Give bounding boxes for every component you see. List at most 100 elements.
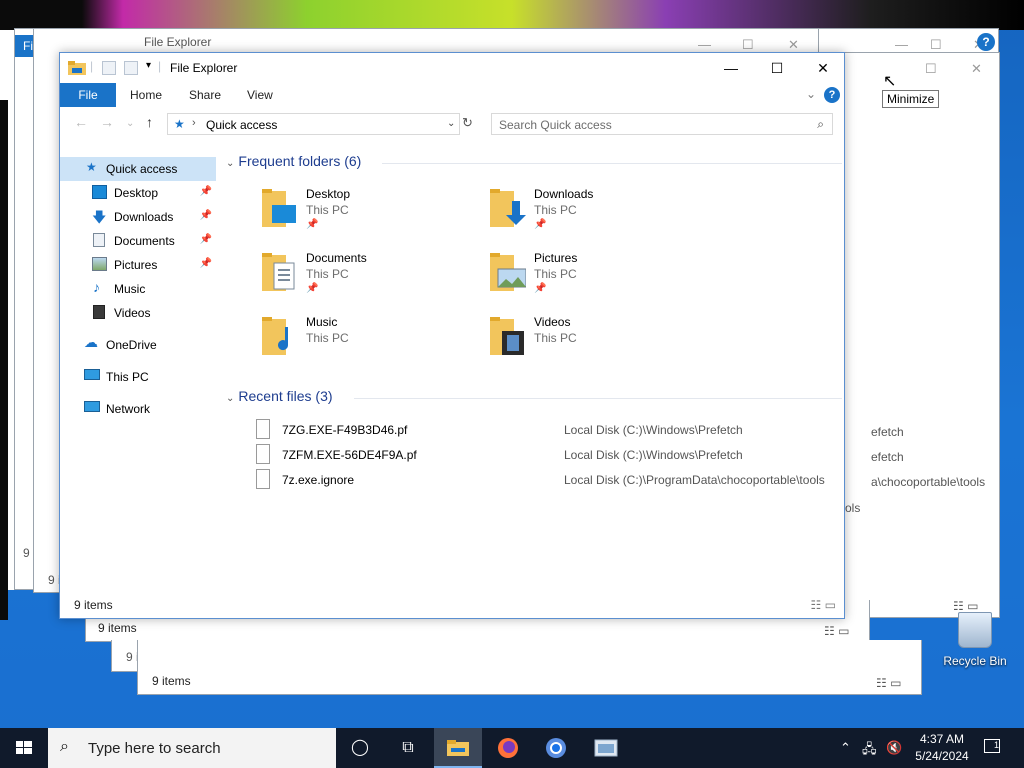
cortana-button[interactable]: ◯ xyxy=(336,728,384,768)
folder-location: This PC xyxy=(534,331,577,345)
collapse-chevron-icon[interactable]: ⌄ xyxy=(226,158,234,169)
minimize-button[interactable]: — xyxy=(708,53,754,83)
pictures-folder-icon xyxy=(490,253,526,291)
pin-icon: 📌 xyxy=(199,234,212,245)
folder-icon xyxy=(447,740,469,756)
back-arrow-icon[interactable]: ← xyxy=(74,114,88,130)
recent-files-header[interactable]: ⌄ Recent files (3) xyxy=(226,388,333,404)
sidebar-item-label: OneDrive xyxy=(106,338,157,352)
close-button[interactable]: ✕ xyxy=(800,53,846,83)
folder-tile-documents[interactable]: Documents This PC 📌 xyxy=(260,249,460,305)
breadcrumb-chevron-icon[interactable]: › xyxy=(192,117,196,129)
sidebar-item-this-pc[interactable]: This PC xyxy=(60,365,216,389)
taskbar-search-placeholder: Type here to search xyxy=(88,740,221,757)
refresh-icon[interactable]: ↻ xyxy=(462,115,473,131)
quick-access-toolbar-dropdown-icon[interactable]: ▾ xyxy=(146,60,151,71)
recent-file-row[interactable]: 7z.exe.ignore Local Disk (C:)\ProgramDat… xyxy=(256,469,836,493)
file-explorer-taskbar-button[interactable] xyxy=(434,728,482,768)
folder-tile-desktop[interactable]: Desktop This PC 📌 xyxy=(260,185,460,241)
sidebar-item-label: Music xyxy=(114,282,146,296)
sidebar-item-label: Documents xyxy=(114,234,175,248)
help-icon[interactable]: ? xyxy=(824,87,840,103)
ghost-max-icon: ☐ xyxy=(742,37,754,52)
tab-view[interactable]: View xyxy=(247,83,273,107)
desktop-wallpaper-artifact xyxy=(0,0,1024,30)
recent-locations-icon[interactable]: ⌄ xyxy=(126,118,134,129)
firefox-taskbar-button[interactable] xyxy=(484,728,532,768)
address-bar[interactable]: ★ › Quick access ⌄ xyxy=(167,113,460,135)
volume-muted-icon[interactable]: 🔇 xyxy=(886,740,902,756)
sidebar-item-music[interactable]: ♪ Music xyxy=(60,277,216,301)
search-box[interactable]: Search Quick access ⌕ xyxy=(491,113,833,135)
ghost-min-icon: — xyxy=(698,37,711,52)
folder-tile-music[interactable]: Music This PC xyxy=(260,313,460,369)
network-icon xyxy=(84,401,100,412)
ghost-status: 9 items xyxy=(98,621,137,635)
tab-share[interactable]: Share xyxy=(189,83,221,107)
address-dropdown-icon[interactable]: ⌄ xyxy=(447,118,455,129)
sidebar-item-pictures[interactable]: Pictures 📌 xyxy=(60,253,216,277)
task-view-button[interactable]: ⧉ xyxy=(384,728,432,768)
show-hidden-icons[interactable]: ⌃ xyxy=(840,740,851,756)
start-button[interactable] xyxy=(0,728,48,768)
firefox-icon xyxy=(498,738,518,758)
chrome-taskbar-button[interactable] xyxy=(532,728,580,768)
status-bar-text: 9 items xyxy=(74,598,113,612)
network-tray-icon[interactable]: 🖧 xyxy=(862,740,877,762)
file-explorer-window: | ▾ | File Explorer — ☐ ✕ File Home Shar… xyxy=(59,52,845,619)
details-view-icon[interactable]: ☷ xyxy=(811,598,822,612)
folder-name: Desktop xyxy=(306,187,351,201)
sidebar-item-quick-access[interactable]: ★ Quick access xyxy=(60,157,216,181)
sidebar-item-label: Quick access xyxy=(106,162,178,176)
ghost-help-icon: ? xyxy=(977,33,995,51)
app-window-icon xyxy=(594,739,618,757)
sidebar-item-onedrive[interactable]: ☁ OneDrive xyxy=(60,333,216,357)
sidebar-item-videos[interactable]: Videos xyxy=(60,301,216,325)
recycle-bin-desktop-icon[interactable]: Recycle Bin xyxy=(938,612,1012,668)
taskbar-search-box[interactable]: ⌕ Type here to search xyxy=(48,728,336,768)
recycle-bin-label: Recycle Bin xyxy=(943,654,1007,668)
notification-center-icon[interactable]: 1 xyxy=(984,739,1000,753)
frequent-folders-header[interactable]: ⌄ Frequent folders (6) xyxy=(226,153,361,169)
sidebar-item-network[interactable]: Network xyxy=(60,397,216,421)
app-taskbar-button[interactable] xyxy=(582,728,630,768)
notification-count: 1 xyxy=(993,740,999,750)
folder-tile-downloads[interactable]: Downloads This PC 📌 xyxy=(488,185,688,241)
quick-properties-icon[interactable] xyxy=(102,61,116,75)
folder-name: Pictures xyxy=(534,251,578,265)
title-bar[interactable]: | ▾ | File Explorer — ☐ ✕ xyxy=(60,53,844,83)
search-icon[interactable]: ⌕ xyxy=(817,117,824,132)
sidebar-item-documents[interactable]: Documents 📌 xyxy=(60,229,216,253)
navigation-bar: ← → ⌄ ↑ ★ › Quick access ⌄ ↻ Search Quic… xyxy=(60,111,844,139)
clock[interactable]: 4:37 AM 5/24/2024 xyxy=(910,731,974,765)
recent-file-row[interactable]: 7ZG.EXE-F49B3D46.pf Local Disk (C:)\Wind… xyxy=(256,419,836,443)
computer-icon xyxy=(84,369,100,380)
maximize-button[interactable]: ☐ xyxy=(754,53,800,83)
expand-ribbon-icon[interactable]: ⌄ xyxy=(806,87,816,101)
videos-folder-icon xyxy=(490,317,524,355)
ghost-path-fragment: ols xyxy=(845,501,861,515)
large-icons-view-icon[interactable]: ▭ xyxy=(825,598,836,612)
file-path: Local Disk (C:)\Windows\Prefetch xyxy=(564,448,743,462)
ghost-view-icons: ☷ ▭ xyxy=(824,624,850,638)
folder-name: Downloads xyxy=(534,187,594,201)
forward-arrow-icon[interactable]: → xyxy=(100,114,114,130)
recent-file-row[interactable]: 7ZFM.EXE-56DE4F9A.pf Local Disk (C:)\Win… xyxy=(256,444,836,468)
collapse-chevron-icon[interactable]: ⌄ xyxy=(226,393,234,404)
music-icon: ♪ xyxy=(93,279,100,295)
folder-tile-videos[interactable]: Videos This PC xyxy=(488,313,688,369)
sidebar-item-downloads[interactable]: 🡇 Downloads 📌 xyxy=(60,205,216,229)
tab-home[interactable]: Home xyxy=(130,83,162,107)
download-icon: 🡇 xyxy=(92,209,107,225)
tab-file[interactable]: File xyxy=(60,83,116,107)
sidebar-item-desktop[interactable]: Desktop 📌 xyxy=(60,181,216,205)
quick-new-folder-icon[interactable] xyxy=(124,61,138,75)
file-icon xyxy=(256,444,270,464)
up-arrow-icon[interactable]: ↑ xyxy=(146,114,153,130)
view-toggle-icons[interactable]: ☷ ▭ xyxy=(811,598,836,612)
folder-tile-pictures[interactable]: Pictures This PC 📌 xyxy=(488,249,688,305)
pin-icon: 📌 xyxy=(534,219,547,230)
chrome-icon xyxy=(546,738,566,758)
address-path[interactable]: Quick access xyxy=(206,118,277,132)
pin-icon: 📌 xyxy=(199,258,212,269)
